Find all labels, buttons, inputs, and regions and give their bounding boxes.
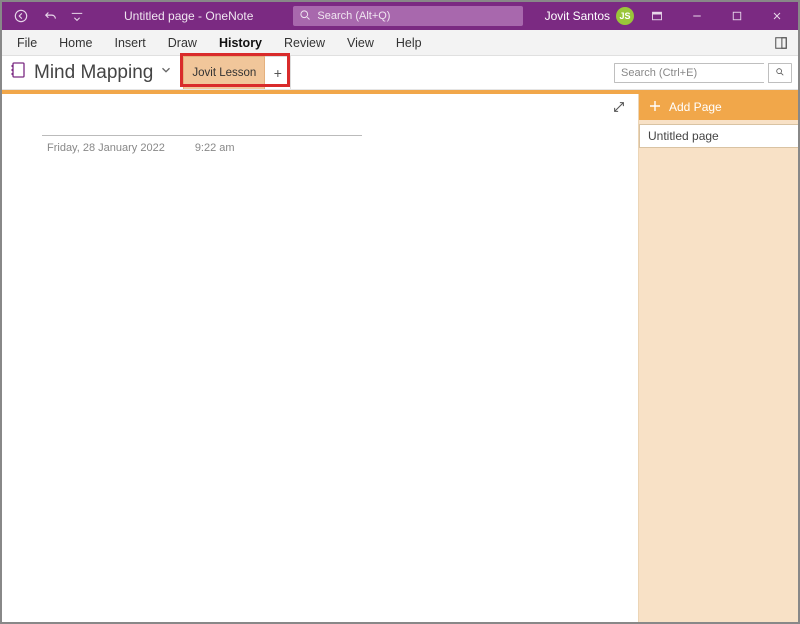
ribbon-draw[interactable]: Draw: [157, 32, 208, 54]
user-area: Jovit Santos JS: [545, 2, 798, 30]
search-icon: [299, 9, 311, 24]
add-page-label: Add Page: [669, 100, 722, 114]
undo-button[interactable]: [40, 5, 62, 27]
ribbon-tabs: File Home Insert Draw History Review Vie…: [2, 30, 798, 56]
ribbon-review[interactable]: Review: [273, 32, 336, 54]
titlebar-left: [2, 5, 84, 27]
add-section-button[interactable]: +: [265, 56, 291, 89]
notebook-icon: [10, 61, 28, 84]
window-title: Untitled page - OneNote: [124, 9, 253, 23]
notebook-name: Mind Mapping: [34, 62, 153, 84]
notebook-selector[interactable]: Mind Mapping: [2, 56, 173, 89]
title-search[interactable]: Search (Alt+Q): [293, 6, 523, 26]
page-title-input[interactable]: [42, 112, 362, 136]
page-time: 9:22 am: [195, 142, 235, 154]
ribbon-file[interactable]: File: [6, 32, 48, 54]
user-avatar[interactable]: JS: [616, 7, 634, 25]
ribbon-history[interactable]: History: [208, 32, 273, 54]
page-date: Friday, 28 January 2022: [47, 142, 165, 154]
title-search-placeholder: Search (Alt+Q): [317, 10, 390, 22]
ribbon-help[interactable]: Help: [385, 32, 433, 54]
full-page-view-button[interactable]: [768, 32, 794, 54]
add-page-button[interactable]: Add Page: [639, 94, 798, 120]
qat-customize-button[interactable]: [70, 5, 84, 27]
ribbon-home[interactable]: Home: [48, 32, 103, 54]
page-meta: Friday, 28 January 2022 9:22 am: [47, 142, 235, 154]
ribbon-view[interactable]: View: [336, 32, 385, 54]
plus-icon: [649, 100, 661, 115]
titlebar: Untitled page - OneNote Search (Alt+Q) J…: [2, 2, 798, 30]
expand-canvas-button[interactable]: [612, 100, 630, 118]
page-canvas[interactable]: Friday, 28 January 2022 9:22 am: [2, 94, 638, 622]
page-search-dropdown-button[interactable]: [768, 63, 792, 83]
maximize-button[interactable]: [720, 2, 754, 30]
notebook-row: Mind Mapping Jovit Lesson + Search (Ctrl…: [2, 56, 798, 90]
page-search-input[interactable]: Search (Ctrl+E): [614, 63, 764, 83]
back-button[interactable]: [10, 5, 32, 27]
user-name: Jovit Santos: [545, 9, 610, 23]
ribbon-insert[interactable]: Insert: [104, 32, 157, 54]
body: Friday, 28 January 2022 9:22 am Add Page…: [2, 94, 798, 622]
minimize-button[interactable]: [680, 2, 714, 30]
page-panel: Add Page Untitled page: [638, 94, 798, 622]
onenote-window: Untitled page - OneNote Search (Alt+Q) J…: [0, 0, 800, 624]
page-search-area: Search (Ctrl+E): [614, 56, 798, 89]
section-tabs: Jovit Lesson +: [183, 56, 291, 89]
section-tab-jovit-lesson[interactable]: Jovit Lesson: [183, 56, 265, 89]
page-item-untitled[interactable]: Untitled page: [639, 124, 798, 148]
chevron-down-icon: [159, 63, 173, 82]
close-button[interactable]: [760, 2, 794, 30]
ribbon-mode-button[interactable]: [640, 2, 674, 30]
